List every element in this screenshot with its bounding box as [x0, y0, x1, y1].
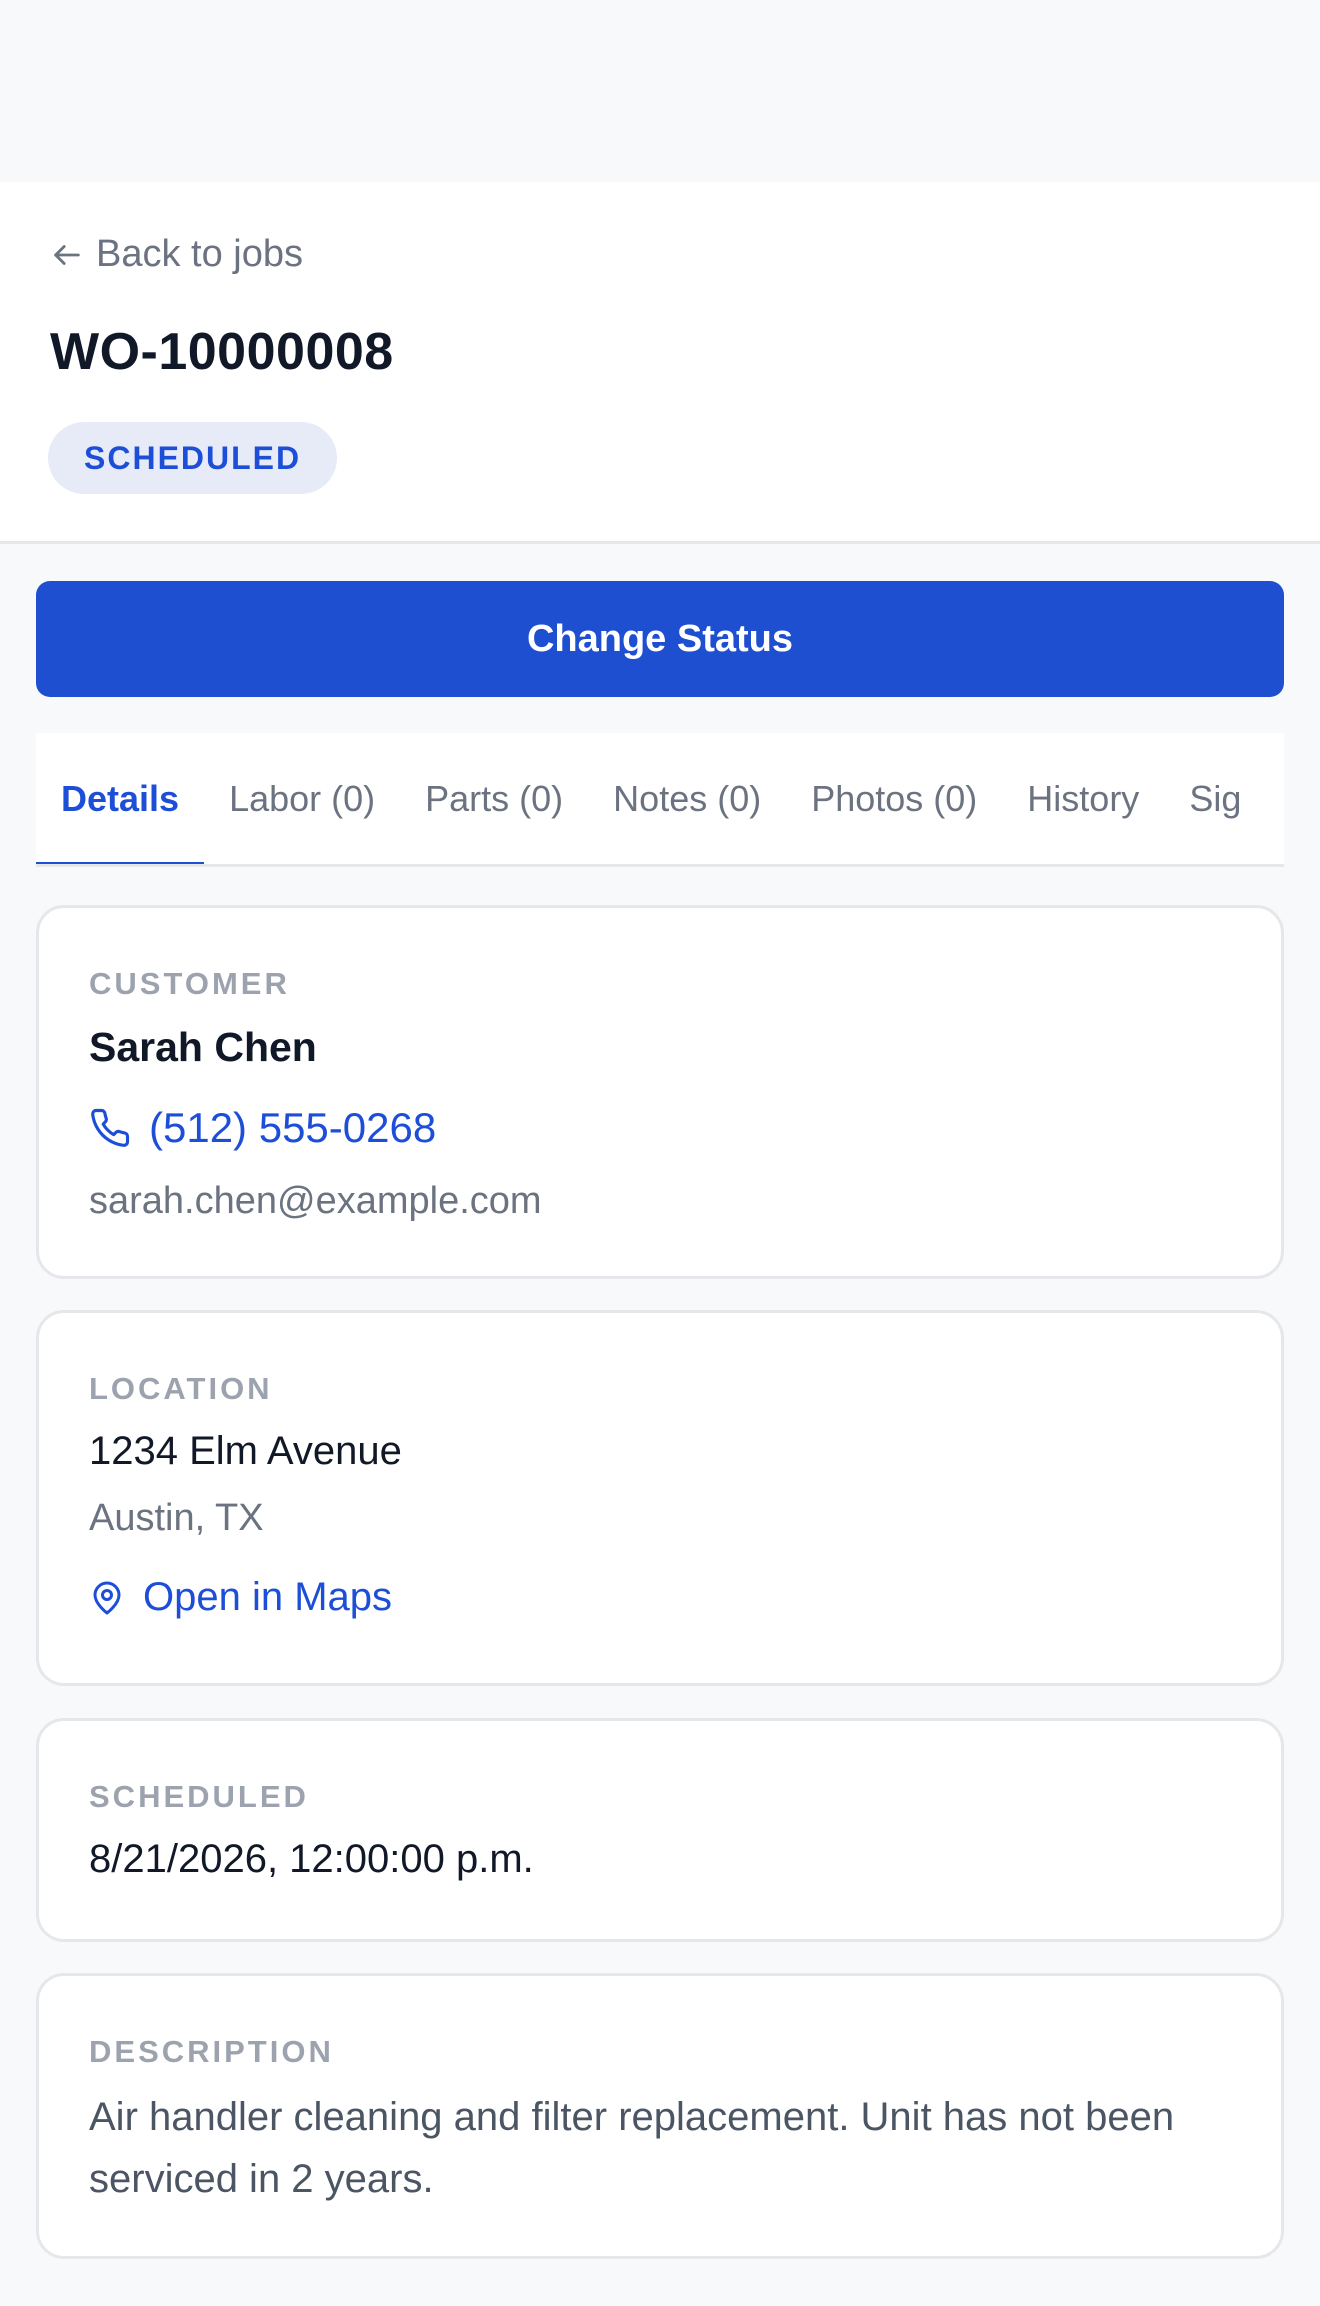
location-label: LOCATION — [89, 1371, 273, 1406]
customer-phone-link[interactable]: (512) 555-0268 — [89, 1104, 436, 1152]
tab-details[interactable]: Details — [36, 733, 205, 864]
location-city: Austin, TX — [89, 1497, 264, 1539]
tab-notes[interactable]: Notes (0) — [588, 733, 786, 864]
scheduled-datetime: 8/21/2026, 12:00:00 p.m. — [89, 1837, 534, 1881]
arrow-left-icon — [54, 244, 80, 265]
back-to-jobs-label: Back to jobs — [96, 233, 303, 275]
location-card: LOCATION 1234 Elm Avenue Austin, TX Open… — [36, 1310, 1284, 1686]
customer-name: Sarah Chen — [89, 1024, 317, 1070]
tab-photos[interactable]: Photos (0) — [786, 733, 1002, 864]
location-street: 1234 Elm Avenue — [89, 1429, 402, 1473]
back-to-jobs-link[interactable]: Back to jobs — [50, 233, 303, 276]
customer-phone: (512) 555-0268 — [149, 1104, 437, 1151]
description-label: DESCRIPTION — [89, 2034, 334, 2069]
scheduled-label: SCHEDULED — [89, 1779, 309, 1814]
scheduled-card: SCHEDULED 8/21/2026, 12:00:00 p.m. — [36, 1718, 1284, 1942]
job-number-title: WO-10000008 — [50, 323, 394, 381]
open-in-maps-label: Open in Maps — [143, 1575, 393, 1619]
open-in-maps-link[interactable]: Open in Maps — [89, 1575, 392, 1620]
description-text: Air handler cleaning and filter replacem… — [89, 2095, 1175, 2201]
customer-card: CUSTOMER Sarah Chen (512) 555-0268 sarah… — [36, 905, 1284, 1279]
job-tabs: Details Labor (0) Parts (0) Notes (0) Photos… — [36, 733, 1284, 867]
map-pin-icon — [93, 1581, 121, 1614]
tab-parts[interactable]: Parts (0) — [400, 733, 588, 864]
customer-label: CUSTOMER — [89, 966, 290, 1001]
tab-history[interactable]: History — [1002, 733, 1164, 864]
tab-signature[interactable]: Sig — [1164, 733, 1266, 864]
status-badge: SCHEDULED — [48, 422, 338, 494]
change-status-button[interactable]: Change Status — [36, 581, 1284, 697]
description-card: DESCRIPTION Air handler cleaning and fil… — [36, 1973, 1284, 2259]
customer-email: sarah.chen@example.com — [89, 1180, 542, 1222]
phone-icon — [91, 1108, 130, 1147]
tab-labor[interactable]: Labor (0) — [204, 733, 400, 864]
